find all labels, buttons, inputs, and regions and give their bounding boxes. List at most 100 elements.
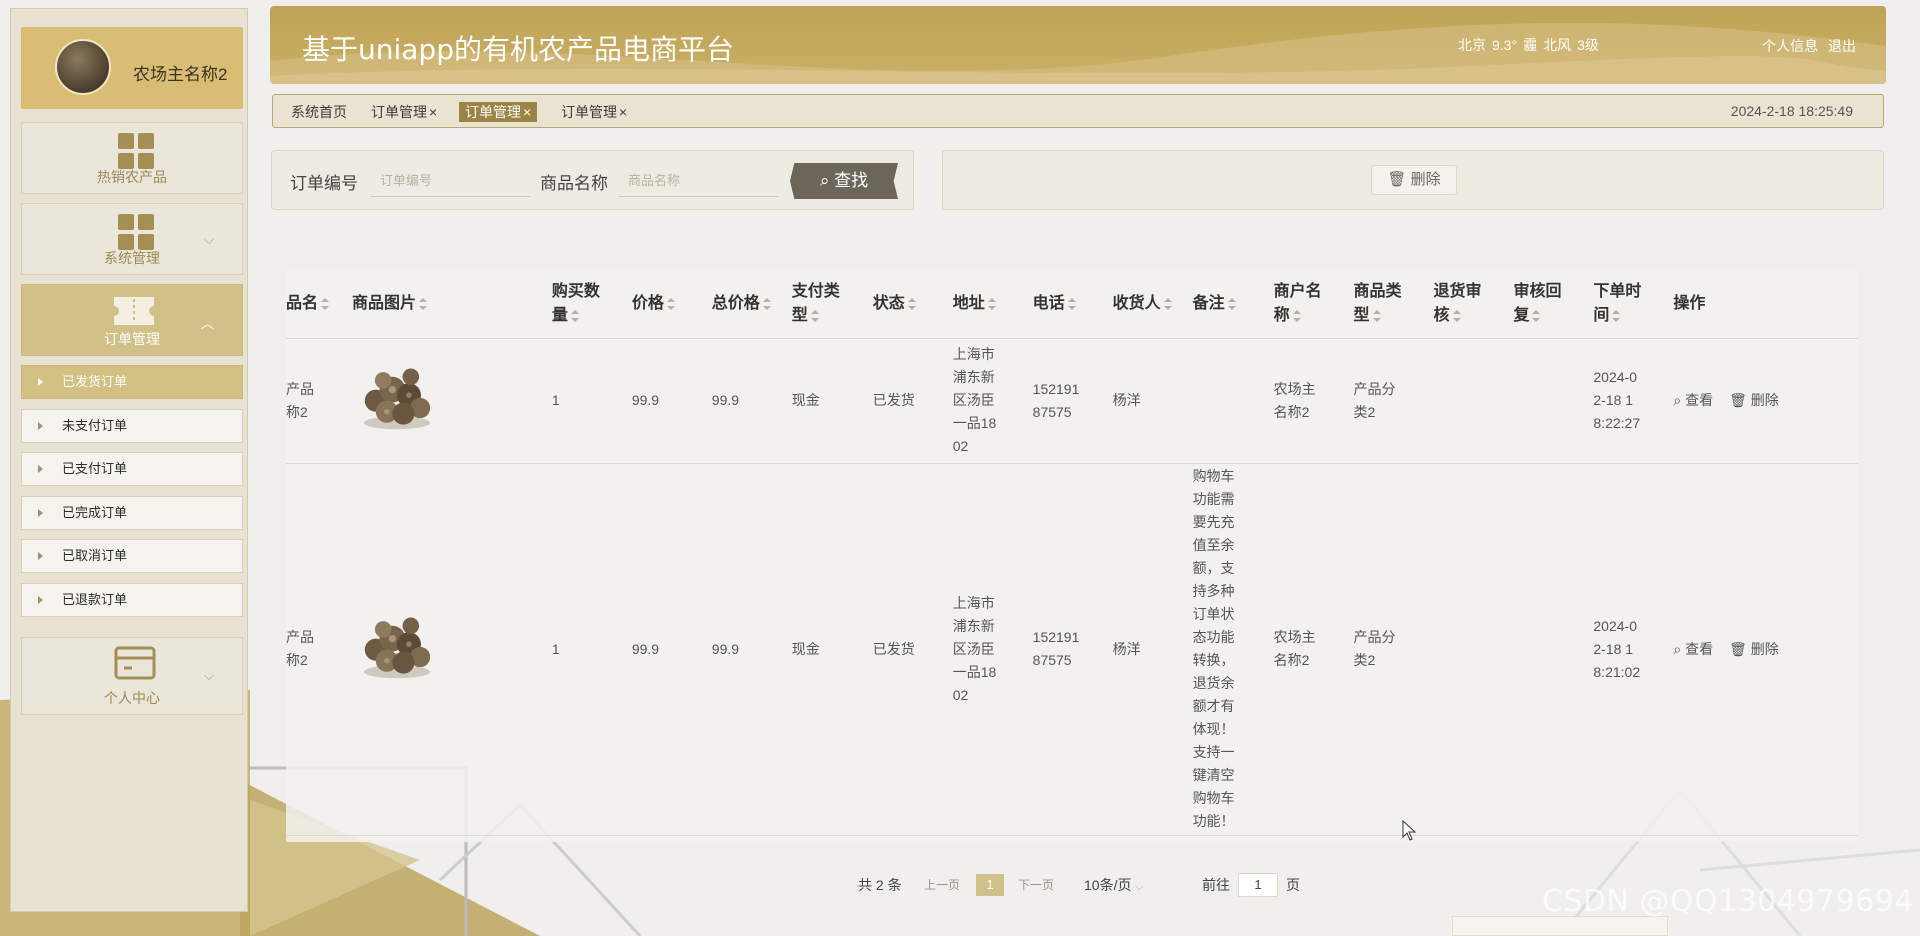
view-button[interactable]: ⌕ 查看: [1673, 641, 1713, 657]
close-icon[interactable]: ×: [523, 104, 531, 120]
row-delete-label: 删除: [1750, 640, 1779, 657]
sub-cancelled-orders[interactable]: 已取消订单: [21, 539, 243, 573]
sub-unpaid-orders[interactable]: 未支付订单: [21, 409, 243, 443]
close-icon[interactable]: ×: [619, 104, 627, 120]
column-header-category[interactable]: 商品类 型: [1347, 270, 1428, 339]
sort-icon[interactable]: [1163, 297, 1172, 310]
sort-icon[interactable]: [321, 297, 330, 310]
prev-page-button[interactable]: 上一页: [924, 872, 960, 898]
cell-image: [345, 463, 546, 836]
product-name-label: 商品名称: [540, 174, 608, 193]
sort-icon[interactable]: [1612, 309, 1621, 322]
column-header-qty[interactable]: 购买数 量: [545, 270, 626, 339]
weather-info: 北京 9.3° 霾北风 3级: [1458, 35, 1605, 55]
action-panel: 🗑 删除: [942, 150, 1884, 210]
column-header-label: 状态: [872, 294, 905, 312]
column-header-address[interactable]: 地址: [946, 270, 1027, 339]
weather-city: 北京: [1458, 37, 1486, 53]
sort-icon[interactable]: [1227, 297, 1236, 310]
logout-link[interactable]: 退出: [1828, 38, 1856, 54]
tab-orders-2[interactable]: 订单管理 ×: [459, 102, 538, 122]
column-header-return-review[interactable]: 退货审 核: [1427, 270, 1508, 339]
tab-home[interactable]: 系统首页: [285, 102, 353, 122]
cell-pay: 现金: [785, 463, 867, 836]
column-header-name[interactable]: 品名: [286, 270, 346, 339]
row-delete-button[interactable]: 🗑 删除: [1729, 641, 1779, 657]
sub-paid-orders[interactable]: 已支付订单: [21, 452, 243, 486]
menu-system[interactable]: 系统管理 ⌵: [21, 203, 243, 275]
column-header-time[interactable]: 下单时 间: [1587, 270, 1668, 339]
column-header-pay[interactable]: 支付类 型: [785, 270, 867, 339]
sort-icon[interactable]: [1067, 297, 1076, 310]
profile-link[interactable]: 个人信息: [1762, 38, 1818, 54]
view-label: 查看: [1685, 640, 1714, 657]
column-header-phone[interactable]: 电话: [1026, 270, 1107, 339]
current-page[interactable]: 1: [976, 874, 1004, 896]
tab-orders-1[interactable]: 订单管理 ×: [365, 102, 443, 122]
sort-icon[interactable]: [418, 297, 427, 310]
cell-total: 99.9: [705, 338, 786, 464]
close-icon[interactable]: ×: [429, 104, 437, 120]
tab-orders-3[interactable]: 订单管理 ×: [555, 102, 633, 122]
sort-icon[interactable]: [907, 297, 916, 310]
column-header-total[interactable]: 总价格: [705, 270, 786, 339]
tab-label: 订单管理: [465, 104, 521, 120]
next-page-button[interactable]: 下一页: [1018, 872, 1054, 898]
avatar: [55, 39, 111, 95]
cell-phone: 152191 87575: [1026, 463, 1107, 836]
cell-merchant: 农场主 名称2: [1267, 338, 1348, 464]
row-delete-button[interactable]: 🗑 删除: [1729, 392, 1779, 408]
sort-icon[interactable]: [762, 297, 771, 310]
menu-hot-products[interactable]: 热销农产品: [21, 122, 243, 194]
sub-shipped-orders[interactable]: 已发货订单: [21, 365, 243, 399]
column-header-merchant[interactable]: 商户名 称: [1267, 270, 1348, 339]
mushroom-image: [363, 368, 431, 430]
product-name-input[interactable]: [618, 165, 778, 197]
sub-completed-orders[interactable]: 已完成订单: [21, 496, 243, 530]
column-header-image[interactable]: 商品图片: [345, 270, 546, 339]
sub-refunded-orders[interactable]: 已退款订单: [21, 583, 243, 617]
cell-qty: 1: [545, 463, 626, 836]
cell-return-review: [1427, 338, 1508, 464]
tab-bar: 系统首页 订单管理 × 订单管理 × 订单管理 × 2024-2-18 18:25:4…: [272, 94, 1884, 128]
cell-time: 2024-0 2-18 1 8:22:27: [1587, 338, 1668, 464]
order-no-input[interactable]: [370, 165, 530, 197]
orders-table: 品名 商品图片 购买数 量价格 总价格 支付类 型状态 地址 电话 收货人 备注 商户名 称商品类…: [286, 270, 1858, 842]
user-card[interactable]: 农场主名称2: [21, 27, 243, 109]
column-header-label: 备注: [1192, 294, 1225, 312]
column-header-review-reply[interactable]: 审核回 复: [1507, 270, 1588, 339]
column-header-label: 品名: [286, 294, 319, 312]
table-row[interactable]: 产品 称2 1 99.9 99.9 现金 已发货 上海市 浦东新 区汤臣 一品18 02 15…: [286, 338, 1858, 464]
view-button[interactable]: ⌕ 查看: [1673, 392, 1713, 408]
column-header-status[interactable]: 状态: [866, 270, 947, 339]
sort-icon[interactable]: [1292, 309, 1301, 322]
tab-label: 订单管理: [371, 104, 427, 120]
cell-status: 已发货: [866, 338, 947, 464]
column-header-receiver[interactable]: 收货人: [1106, 270, 1187, 339]
sort-icon[interactable]: [1532, 309, 1541, 322]
search-button[interactable]: ⌕ 查找: [790, 163, 898, 199]
sort-icon[interactable]: [1452, 309, 1461, 322]
cell-merchant: 农场主 名称2: [1267, 463, 1348, 836]
column-header-price[interactable]: 价格: [625, 270, 706, 339]
view-label: 查看: [1685, 392, 1714, 408]
table-row[interactable]: 产品 称2 1 99.9 99.9 现金 已发货 上海市 浦东新 区汤臣 一品18 02 15…: [286, 463, 1858, 836]
search-panel: 订单编号 商品名称 ⌕ 查找: [271, 150, 914, 210]
sort-icon[interactable]: [1372, 309, 1381, 322]
ime-toolbar[interactable]: [1452, 916, 1668, 936]
trash-icon: 🗑: [1729, 640, 1747, 657]
grid-icon: [118, 133, 154, 169]
menu-orders[interactable]: 订单管理 ︿: [21, 284, 243, 356]
batch-delete-button[interactable]: 🗑 删除: [1371, 165, 1457, 195]
sort-icon[interactable]: [987, 297, 996, 310]
cell-return-review: [1427, 463, 1508, 836]
page-size-select[interactable]: 10条/页 ⌵: [1084, 872, 1144, 900]
sort-icon[interactable]: [810, 309, 819, 322]
weather-level: 3级: [1577, 37, 1599, 53]
goto-page-input[interactable]: 1: [1238, 873, 1278, 897]
column-header-remark[interactable]: 备注: [1186, 270, 1268, 339]
sort-icon[interactable]: [666, 297, 675, 310]
chevron-up-icon: ︿: [200, 316, 214, 331]
sort-icon[interactable]: [570, 309, 579, 322]
menu-personal-center[interactable]: 个人中心 ⌵: [21, 637, 243, 715]
